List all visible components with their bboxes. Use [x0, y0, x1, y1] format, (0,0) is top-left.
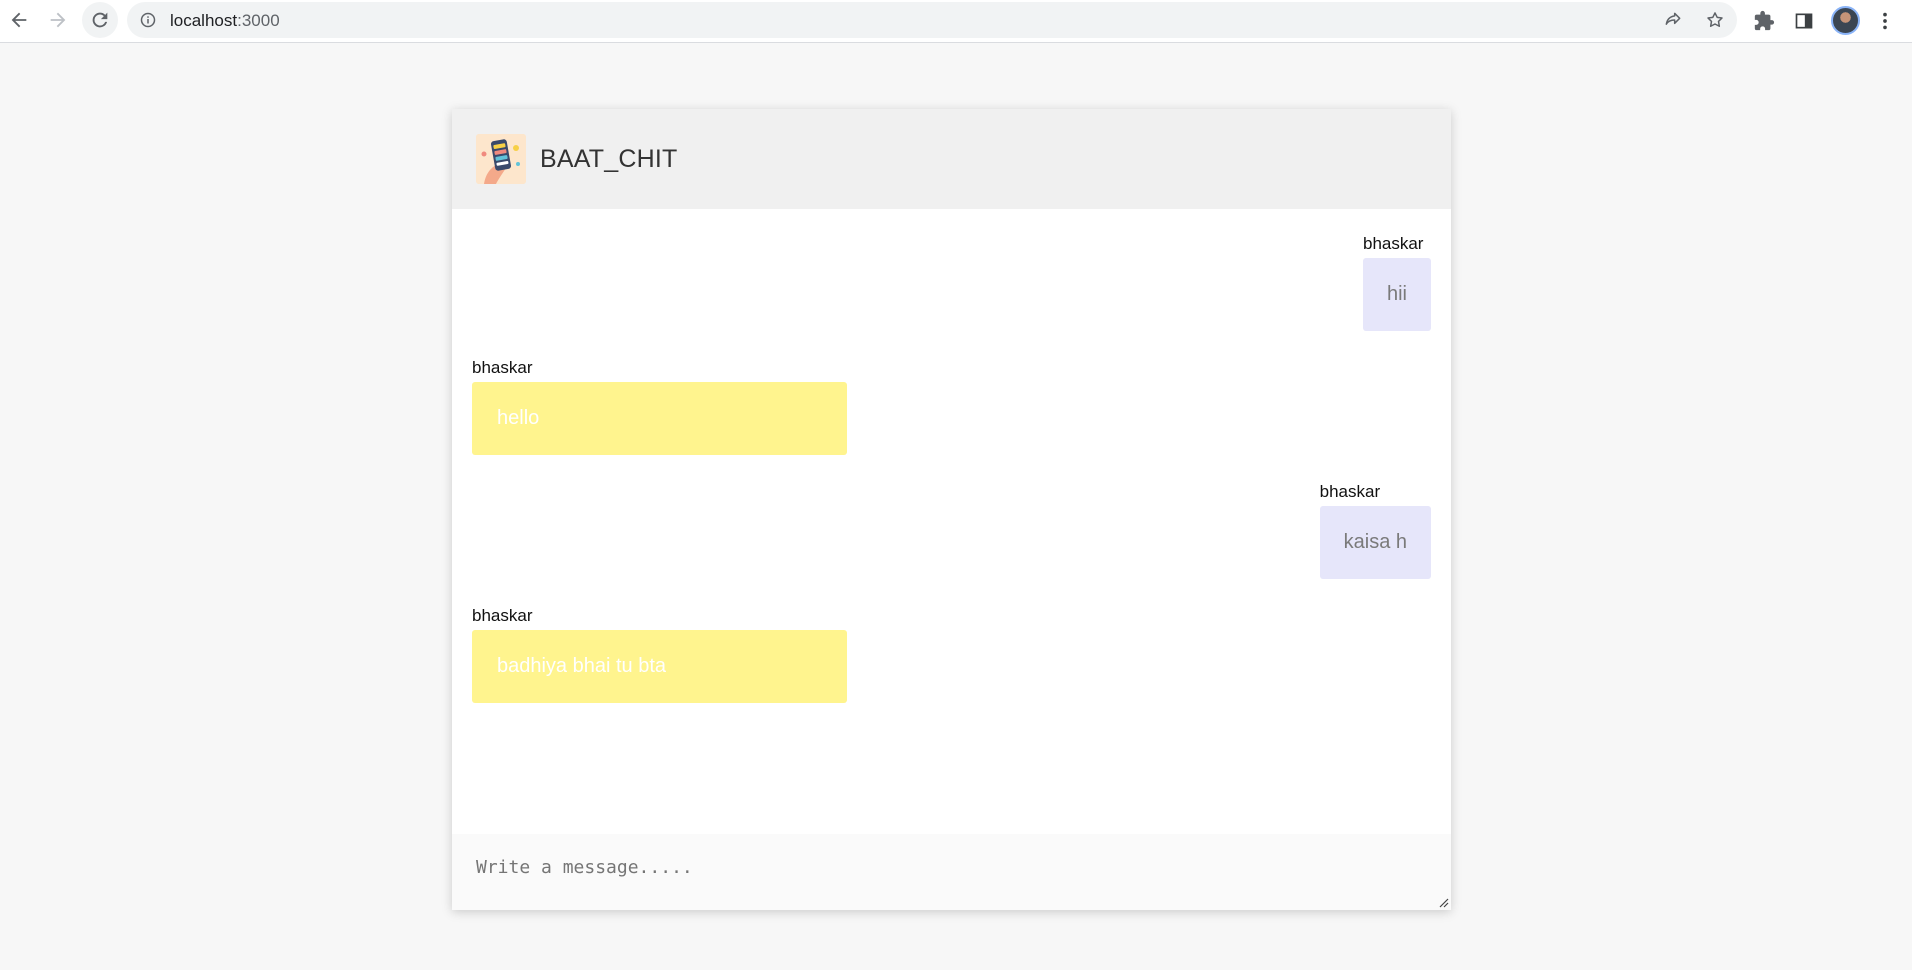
message-outgoing: bhaskar hii: [1362, 234, 1431, 331]
message-sender: bhaskar: [472, 358, 533, 377]
chat-header: BAAT_CHIT: [452, 109, 1451, 209]
message-list: bhaskar hii bhaskar hello bhaskar kaisa …: [452, 209, 1451, 834]
forward-button[interactable]: [40, 2, 76, 38]
app-logo: [476, 134, 526, 184]
message-bubble: kaisa h: [1319, 506, 1431, 579]
address-bar[interactable]: localhost:3000: [127, 2, 1737, 38]
message-sender: bhaskar: [1319, 482, 1381, 501]
message-input[interactable]: [452, 834, 1451, 910]
message-sender: bhaskar: [472, 606, 533, 625]
message-incoming: bhaskar badhiya bhai tu bta: [472, 606, 847, 703]
reload-icon: [92, 12, 108, 28]
url-text[interactable]: localhost:3000: [170, 11, 280, 31]
resize-handle-icon[interactable]: [1437, 896, 1449, 908]
message-sender: bhaskar: [1362, 234, 1424, 253]
arrow-right-icon: [50, 12, 66, 28]
bookmark-star-icon[interactable]: [1704, 9, 1726, 31]
browser-toolbar: localhost:3000: [0, 0, 1912, 43]
arrow-left-icon: [11, 12, 27, 28]
back-button[interactable]: [1, 2, 37, 38]
message-bubble: hii: [1362, 258, 1431, 331]
app-title: BAAT_CHIT: [540, 145, 678, 173]
kebab-menu-icon[interactable]: [1873, 9, 1897, 33]
side-panel-icon[interactable]: [1792, 9, 1816, 33]
message-bubble: hello: [472, 382, 847, 455]
reload-button[interactable]: [82, 2, 118, 38]
message-outgoing: bhaskar kaisa h: [1319, 482, 1431, 579]
message-incoming: bhaskar hello: [472, 358, 847, 455]
profile-avatar[interactable]: [1831, 6, 1860, 35]
message-bubble: badhiya bhai tu bta: [472, 630, 847, 703]
message-composer: [452, 834, 1451, 910]
share-icon[interactable]: [1662, 9, 1684, 31]
url-port: :3000: [237, 11, 280, 30]
chat-window: BAAT_CHIT bhaskar hii bhaskar hello bhas…: [452, 109, 1451, 910]
url-host: localhost: [170, 11, 238, 30]
extensions-puzzle-icon[interactable]: [1752, 9, 1776, 33]
info-icon[interactable]: [140, 12, 156, 28]
